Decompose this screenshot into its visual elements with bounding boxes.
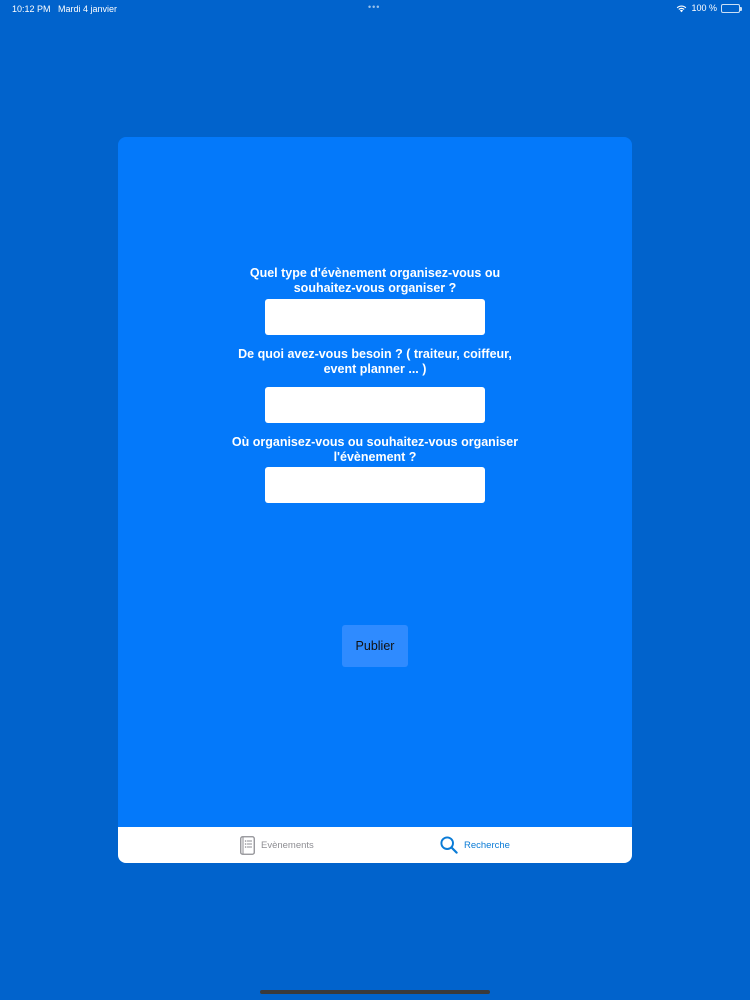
question-event-type-label: Quel type d'évènement organisez-vous ou … [249, 266, 501, 295]
tab-search[interactable]: Recherche [440, 827, 510, 863]
wifi-icon [676, 4, 687, 13]
form-card: Quel type d'évènement organisez-vous ou … [118, 137, 632, 863]
home-indicator[interactable] [260, 990, 490, 994]
tab-bar: Evènements Recherche [118, 827, 632, 863]
tab-events[interactable]: Evènements [240, 827, 314, 863]
status-bar: 10:12 PM Mardi 4 janvier ••• 100 % [0, 0, 750, 18]
search-icon [440, 836, 458, 854]
battery-icon [721, 3, 742, 13]
tab-search-label: Recherche [464, 839, 510, 851]
form-area: Quel type d'évènement organisez-vous ou … [118, 137, 632, 827]
battery-percentage: 100 % [691, 3, 717, 13]
status-right: 100 % [676, 3, 742, 13]
location-input[interactable] [265, 467, 485, 503]
event-type-input[interactable] [265, 299, 485, 335]
needs-input[interactable] [265, 387, 485, 423]
question-needs-label: De quoi avez-vous besoin ? ( traiteur, c… [238, 347, 512, 376]
publish-button[interactable]: Publier [342, 625, 408, 667]
status-time: 10:12 PM [12, 4, 51, 14]
status-date: Mardi 4 janvier [58, 4, 118, 14]
multitasking-dots-icon[interactable]: ••• [368, 2, 380, 12]
list-book-icon [240, 835, 255, 855]
tab-events-label: Evènements [261, 839, 314, 851]
question-location-label: Où organisez-vous ou souhaitez-vous orga… [231, 435, 519, 464]
